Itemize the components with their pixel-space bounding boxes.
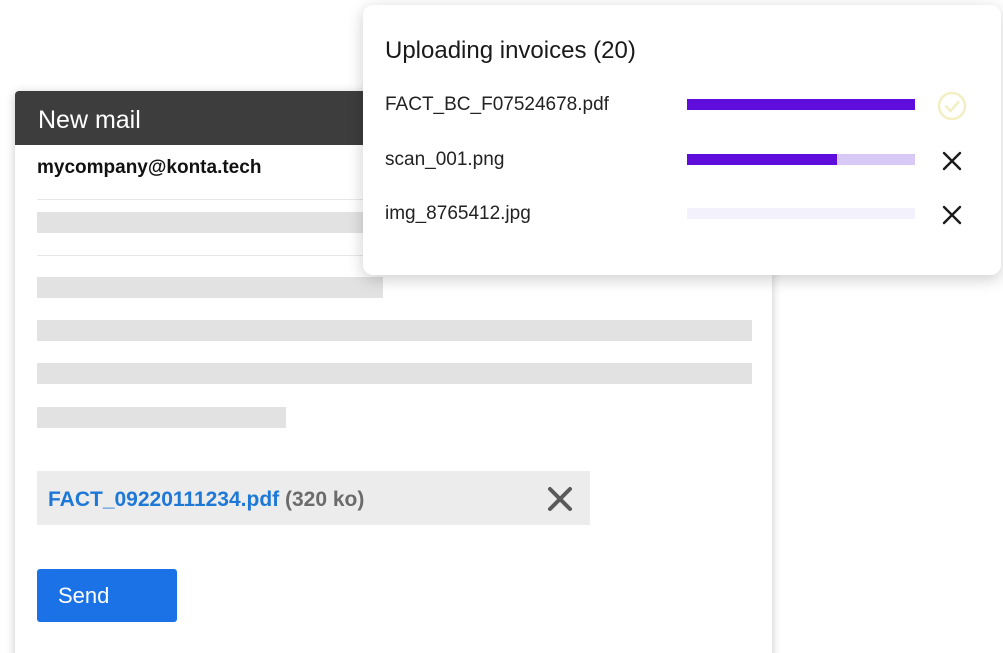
body-placeholder-line [37, 363, 752, 384]
send-button[interactable]: Send [37, 569, 177, 622]
upload-progress-fill [687, 99, 915, 110]
body-placeholder-line [37, 277, 383, 298]
upload-row: img_8765412.jpg [363, 199, 1001, 229]
remove-attachment-close-icon[interactable] [547, 486, 573, 512]
upload-progress-bar [687, 154, 915, 165]
upload-popup: Uploading invoices (20) FACT_BC_F0752467… [363, 5, 1001, 275]
attachment-link[interactable]: FACT_09220111234.pdf (320 ko) [48, 488, 364, 512]
upload-row: FACT_BC_F07524678.pdf [363, 90, 1001, 121]
upload-file-name: scan_001.png [385, 149, 505, 170]
recipient-field[interactable]: mycompany@konta.tech [37, 157, 261, 179]
body-placeholder-line [37, 407, 286, 428]
upload-title: Uploading invoices (20) [385, 37, 636, 64]
upload-row: scan_001.png [363, 145, 1001, 175]
body-placeholder-line [37, 320, 752, 341]
upload-progress-bar [687, 208, 915, 219]
attachment-filename[interactable]: FACT_09220111234.pdf [48, 488, 279, 511]
upload-progress-fill [687, 154, 838, 165]
upload-file-name: img_8765412.jpg [385, 203, 531, 224]
attachment-chip: FACT_09220111234.pdf (320 ko) [37, 471, 590, 525]
upload-file-name: FACT_BC_F07524678.pdf [385, 94, 609, 115]
attachment-size: (320 ko) [285, 488, 365, 511]
stage: New mail mycompany@konta.tech FACT_09220… [0, 0, 1003, 653]
upload-progress-bar [687, 99, 915, 110]
check-circle-icon [937, 91, 967, 121]
cancel-upload-close-icon[interactable] [937, 200, 967, 230]
cancel-upload-close-icon[interactable] [937, 146, 967, 176]
